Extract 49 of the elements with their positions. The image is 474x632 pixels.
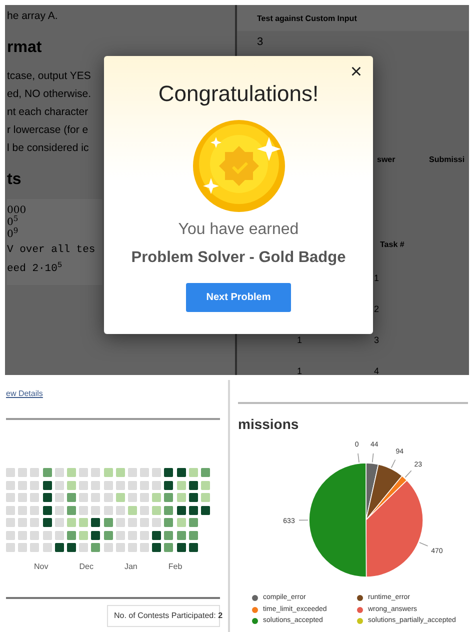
panel-title: Test against Custom Input [257,13,358,25]
leader-line [298,520,308,521]
column-header: swer [377,154,396,166]
legend-dot [357,606,363,613]
constraint-text: eed 2·10$^{5}$ [7,260,62,277]
leader-line [419,542,428,546]
contests-count: No. of Contests Participated: 2 [107,605,220,627]
legend-dot [252,606,258,613]
constraint-text: 0$^{5}$ [7,217,18,228]
month-label: Jan [124,561,138,573]
month-label: Nov [34,561,48,573]
month-label: Feb [168,561,182,573]
dialog-message: You have earned [178,220,299,240]
legend-dot [357,618,363,624]
statement-text: l be considered ic [7,141,89,156]
constraint-text: 0$^{9}$ [7,229,18,241]
month-label: Dec [79,561,94,573]
leader-line [404,470,412,478]
view-details-link[interactable]: ew Details [6,388,43,400]
statement-text: tcase, output YES [7,69,91,84]
leader-line [358,453,360,463]
column-header: Task # [380,239,404,251]
coin-icon [192,120,284,212]
input-value: 3 [256,35,264,50]
close-button[interactable]: × [347,62,365,82]
legend-dot [252,618,258,624]
constraint-text: 000 [7,205,26,216]
dialog-title: Congratulations! [158,80,319,108]
section-heading: ts [7,171,22,189]
table-cell-text: 1 [374,272,380,285]
constraint-text: V over all tes [7,243,96,258]
leader-line [390,459,396,468]
badge-name: Problem Solver - Gold Badge [131,248,346,268]
leader-line [372,453,374,463]
next-problem-button[interactable]: Next Problem [186,283,291,312]
table-cell-text: 3 [374,334,380,347]
statement-text: r lowercase (for e [7,123,88,138]
section-title: missions [238,415,300,434]
table-cell-text: 1 [297,365,304,378]
section-heading: rmat [7,39,42,57]
statement-text: ed, NO otherwise. [7,87,92,102]
statement-text: he array A. [7,9,58,24]
legend-dot [357,595,363,602]
table-cell-text: 1 [297,334,304,347]
table-cell-text: 2 [374,303,380,316]
table-cell-text: 4 [374,365,380,378]
statement-text: nt each character [7,105,88,120]
legend-dot [252,595,258,602]
column-header: Submissi [429,154,465,166]
